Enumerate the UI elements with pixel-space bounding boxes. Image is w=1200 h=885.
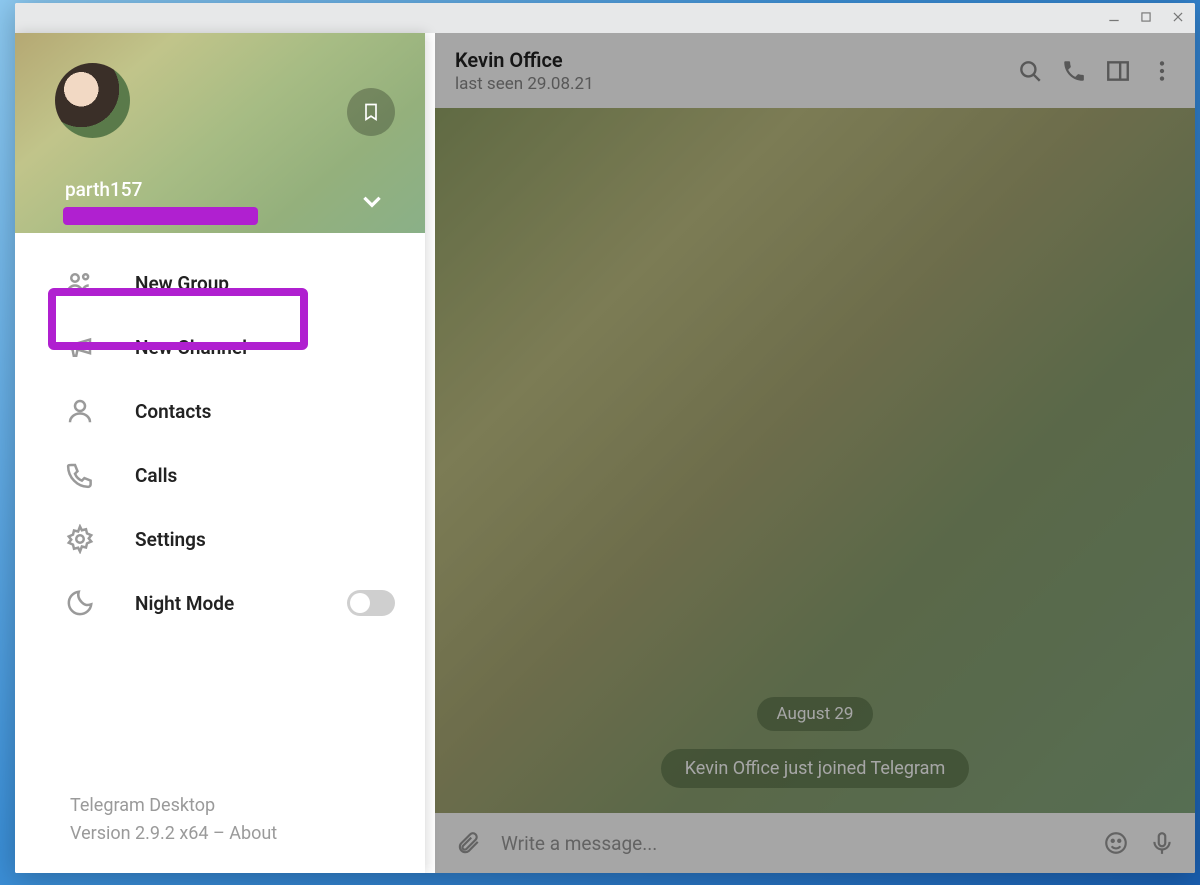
menu-item-label: New Channel <box>135 336 247 359</box>
microphone-icon[interactable] <box>1149 830 1175 856</box>
app-name-label: Telegram Desktop <box>70 792 425 820</box>
titlebar <box>15 3 1195 33</box>
more-icon[interactable] <box>1149 58 1175 84</box>
saved-messages-button[interactable] <box>347 88 395 136</box>
main-menu-drawer: parth157 New Group New Channel <box>15 33 425 873</box>
chat-title: Kevin Office <box>455 48 999 72</box>
group-icon <box>65 268 95 298</box>
chat-messages: August 29 Kevin Office just joined Teleg… <box>435 108 1195 813</box>
drawer-menu: New Group New Channel Contacts <box>15 233 425 792</box>
chat-header-info[interactable]: Kevin Office last seen 29.08.21 <box>455 48 999 94</box>
content-area: Kevin Office last seen 29.08.21 August 2… <box>15 33 1195 873</box>
close-button[interactable] <box>1171 9 1185 28</box>
call-icon[interactable] <box>1061 58 1087 84</box>
phone-icon <box>65 460 95 490</box>
drawer-footer: Telegram Desktop Version 2.9.2 x64 – Abo… <box>15 792 425 873</box>
person-icon <box>65 396 95 426</box>
menu-item-label: Night Mode <box>135 592 234 615</box>
megaphone-icon <box>65 332 95 362</box>
message-input-bar <box>435 813 1195 873</box>
profile-username: parth157 <box>65 178 142 201</box>
attach-icon[interactable] <box>455 830 481 856</box>
redacted-phone <box>63 207 258 225</box>
system-message: Kevin Office just joined Telegram <box>661 749 970 788</box>
drawer-header: parth157 <box>15 33 425 233</box>
account-switch-arrow[interactable] <box>359 188 385 218</box>
maximize-button[interactable] <box>1139 9 1153 28</box>
search-icon[interactable] <box>1017 58 1043 84</box>
menu-item-label: Contacts <box>135 400 211 423</box>
emoji-icon[interactable] <box>1103 830 1129 856</box>
menu-item-new-group[interactable]: New Group <box>15 251 425 315</box>
sidebar-toggle-icon[interactable] <box>1105 58 1131 84</box>
menu-item-night-mode[interactable]: Night Mode <box>15 571 425 635</box>
message-input[interactable] <box>501 832 1083 855</box>
moon-icon <box>65 588 95 618</box>
menu-item-label: Settings <box>135 528 206 551</box>
menu-item-new-channel[interactable]: New Channel <box>15 315 425 379</box>
menu-item-label: Calls <box>135 464 177 487</box>
chat-status: last seen 29.08.21 <box>455 74 999 94</box>
profile-avatar[interactable] <box>55 63 130 138</box>
chat-header: Kevin Office last seen 29.08.21 <box>435 33 1195 108</box>
app-window: Kevin Office last seen 29.08.21 August 2… <box>15 3 1195 873</box>
menu-item-contacts[interactable]: Contacts <box>15 379 425 443</box>
app-version-label[interactable]: Version 2.9.2 x64 – About <box>70 820 425 848</box>
gear-icon <box>65 524 95 554</box>
chat-area: Kevin Office last seen 29.08.21 August 2… <box>435 33 1195 873</box>
date-separator: August 29 <box>757 697 874 731</box>
menu-item-settings[interactable]: Settings <box>15 507 425 571</box>
menu-item-calls[interactable]: Calls <box>15 443 425 507</box>
night-mode-toggle[interactable] <box>347 590 395 616</box>
menu-item-label: New Group <box>135 272 229 295</box>
minimize-button[interactable] <box>1107 9 1121 28</box>
